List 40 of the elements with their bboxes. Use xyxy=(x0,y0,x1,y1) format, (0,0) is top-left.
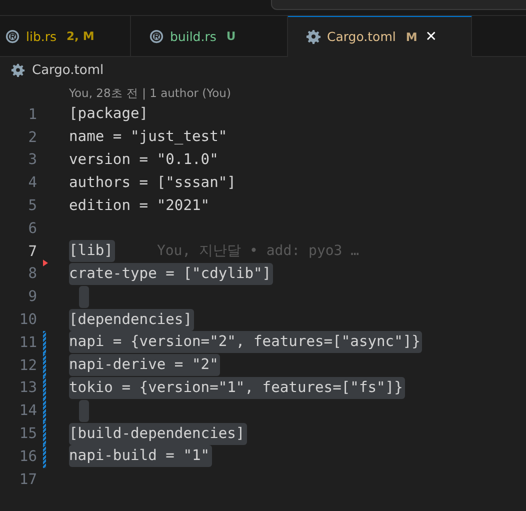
line-number: 11 xyxy=(18,334,37,351)
line-number: 16 xyxy=(18,448,37,465)
code-line: version = "0.1.0" xyxy=(69,150,220,170)
line-number: 2 xyxy=(27,128,37,146)
line-number: 1 xyxy=(27,106,37,123)
gear-circle-icon xyxy=(5,28,20,44)
code-line: edition = "2021" xyxy=(69,196,211,216)
gear-icon xyxy=(306,29,321,44)
line-number: 3 xyxy=(27,151,37,168)
codelens-text[interactable]: You, 28초 전 | 1 author (You) xyxy=(69,86,231,100)
gear-icon xyxy=(11,63,25,77)
modified-line-marker[interactable] xyxy=(43,354,46,377)
line-number: 9 xyxy=(27,288,37,306)
code-line: authors = ["sssan"] xyxy=(69,172,237,193)
breadcrumb-item[interactable]: Cargo.toml xyxy=(32,62,104,78)
close-button[interactable]: ✕ xyxy=(425,28,438,44)
line-number: 8 xyxy=(27,265,37,282)
line-number: 7 xyxy=(27,242,37,260)
modified-line-marker[interactable] xyxy=(43,330,46,354)
blame-annotation: You, 지난달 • add: pyo3 … xyxy=(156,242,360,260)
line-number: 14 xyxy=(18,402,37,420)
modified-line-marker[interactable] xyxy=(43,444,46,468)
line-number: 10 xyxy=(18,311,37,328)
line-number: 17 xyxy=(18,470,37,488)
editor-tab[interactable]: lib.rs 2, M xyxy=(0,16,131,57)
deleted-lines-marker[interactable] xyxy=(43,258,48,267)
line-number: 4 xyxy=(27,174,37,192)
line-number: 15 xyxy=(18,425,37,442)
modified-line-marker[interactable] xyxy=(43,422,46,445)
modified-line-marker[interactable] xyxy=(43,376,46,400)
editor-tab[interactable]: build.rs U xyxy=(131,16,288,57)
line-number: 12 xyxy=(18,356,37,374)
code-line: [package] xyxy=(69,104,150,124)
line-number: 6 xyxy=(27,220,37,237)
editor-tab[interactable]: Cargo.toml M ✕ xyxy=(288,16,472,57)
modified-line-marker[interactable] xyxy=(43,399,46,422)
code-line: name = "just_test" xyxy=(69,127,228,148)
line-number: 13 xyxy=(18,379,37,396)
gear-circle-icon xyxy=(149,28,164,44)
line-number: 5 xyxy=(27,197,37,214)
